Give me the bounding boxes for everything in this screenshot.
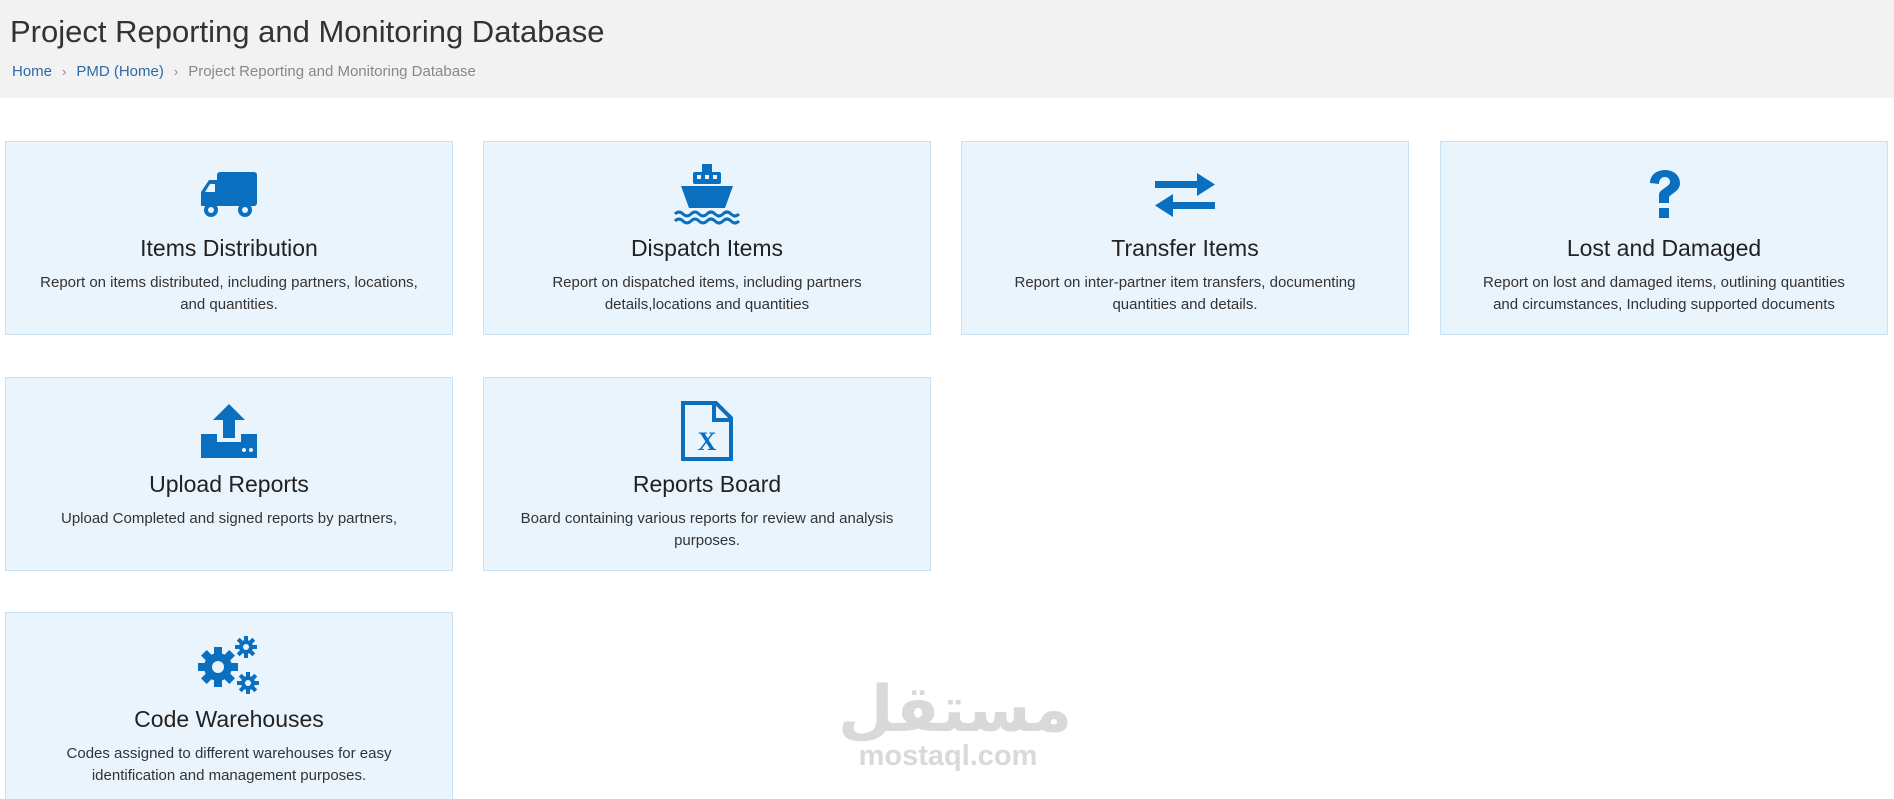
card-title: Transfer Items xyxy=(1111,235,1259,261)
card-code-warehouses[interactable]: Code Warehouses Codes assigned to differ… xyxy=(5,612,453,799)
card-title: Lost and Damaged xyxy=(1566,235,1762,261)
watermark-logo: مستقل mostaql.com xyxy=(838,673,1073,773)
breadcrumb-home-link[interactable]: Home xyxy=(12,63,52,80)
watermark-arabic: مستقل xyxy=(838,673,1073,747)
card-description: Report on dispatched items, including pa… xyxy=(552,274,862,313)
upload-icon xyxy=(194,400,264,462)
card-description: Codes assigned to different warehouses f… xyxy=(66,745,392,784)
gears-icon xyxy=(194,635,264,697)
breadcrumb-current: Project Reporting and Monitoring Databas… xyxy=(188,63,476,80)
breadcrumb-separator-icon: › xyxy=(62,64,67,79)
card-description: Report on lost and damaged items, outlin… xyxy=(1483,274,1845,313)
card-description: Board containing various reports for rev… xyxy=(520,510,894,549)
page-title: Project Reporting and Monitoring Databas… xyxy=(10,14,605,49)
breadcrumb-separator-icon: › xyxy=(173,64,179,79)
card-lost-and-damaged[interactable]: Lost and Damaged Report on lost and dama… xyxy=(1440,141,1888,335)
breadcrumb: Home › PMD (Home) › Project Reporting an… xyxy=(12,63,476,80)
card-description: Report on items distributed, including p… xyxy=(40,274,418,313)
card-title: Upload Reports xyxy=(149,471,309,497)
question-icon xyxy=(1629,164,1699,226)
truck-icon xyxy=(194,164,264,226)
excel-file-icon: X xyxy=(672,400,742,462)
card-dispatch-items[interactable]: Dispatch Items Report on dispatched item… xyxy=(483,141,931,335)
card-title: Reports Board xyxy=(632,471,782,497)
ship-icon xyxy=(672,164,742,226)
breadcrumb-pmd-link[interactable]: PMD (Home) xyxy=(76,63,164,80)
card-transfer-items[interactable]: Transfer Items Report on inter-partner i… xyxy=(961,141,1409,335)
exchange-icon xyxy=(1150,164,1220,226)
watermark-latin: mostaql.com xyxy=(858,740,1038,772)
card-title: Dispatch Items xyxy=(630,235,784,261)
card-reports-board[interactable]: X Reports Board Board containing various… xyxy=(483,377,931,571)
card-description: Upload Completed and signed reports by p… xyxy=(60,510,398,527)
card-upload-reports[interactable]: Upload Reports Upload Completed and sign… xyxy=(5,377,453,571)
svg-text:X: X xyxy=(698,427,717,456)
card-items-distribution[interactable]: Items Distribution Report on items distr… xyxy=(5,141,453,335)
card-title: Items Distribution xyxy=(140,235,318,261)
card-description: Report on inter-partner item transfers, … xyxy=(1014,274,1356,313)
page-header: Project Reporting and Monitoring Databas… xyxy=(0,0,1894,98)
card-title: Code Warehouses xyxy=(134,706,324,732)
